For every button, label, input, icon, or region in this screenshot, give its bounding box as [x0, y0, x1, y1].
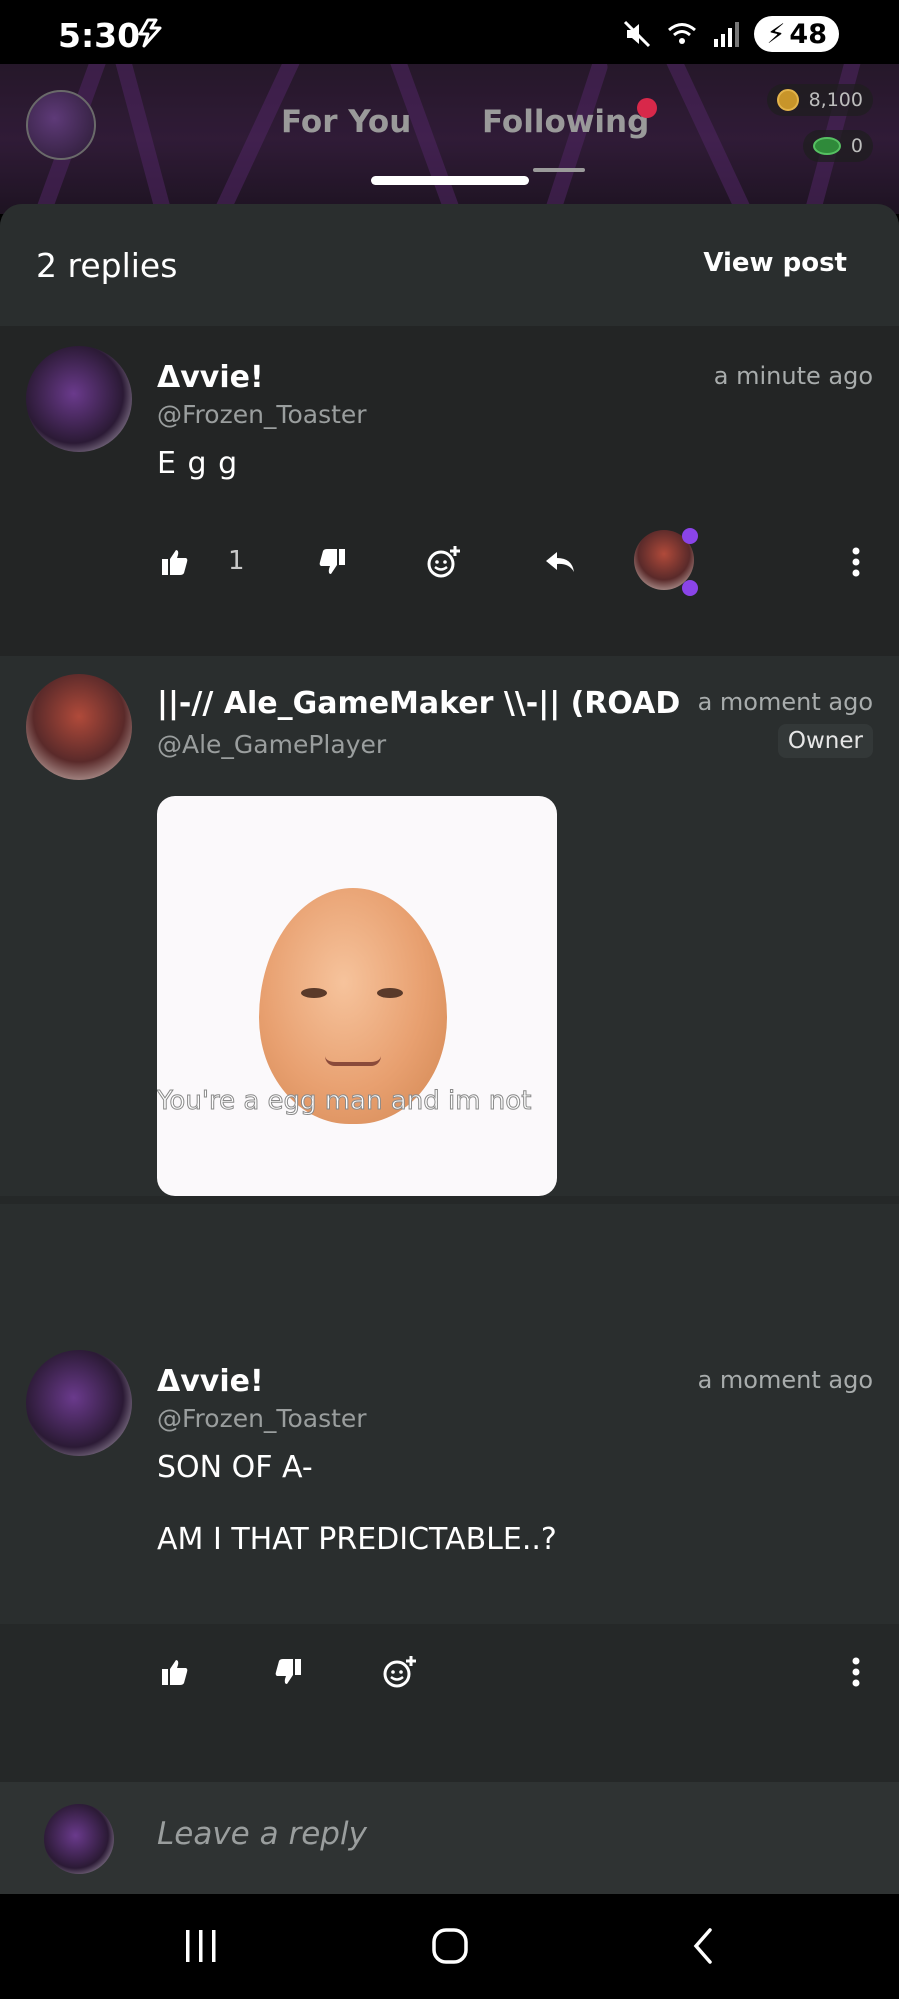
replies-count: 2 replies — [36, 246, 178, 285]
profile-avatar[interactable] — [26, 90, 96, 160]
comment-time: a minute ago — [713, 362, 873, 390]
avatar[interactable] — [26, 674, 132, 780]
lightning-icon — [138, 18, 162, 48]
status-icons: ⚡ 48 — [622, 16, 839, 52]
more-options-button[interactable] — [836, 1652, 876, 1692]
replies-sheet: 2 replies View post Δvvie! @Frozen_Toast… — [0, 204, 899, 1894]
reply-button[interactable] — [540, 542, 580, 582]
comment-item: Δvvie! @Frozen_Toaster a moment ago SON … — [0, 1204, 899, 1624]
add-emoji-icon — [427, 546, 460, 578]
comment-handle: @Ale_GamePlayer — [157, 730, 387, 759]
comment-gif[interactable]: You're a egg man and im not — [157, 796, 557, 1196]
gems-counter[interactable]: 0 — [802, 130, 873, 162]
comment-handle: @Frozen_Toaster — [157, 1404, 367, 1433]
gif-caption: You're a egg man and im not — [157, 1086, 532, 1117]
thumbs-up-icon — [162, 550, 188, 575]
my-avatar — [44, 1804, 114, 1874]
tab-following[interactable]: Following — [482, 104, 649, 140]
reply-bar: Leave a reply — [0, 1782, 899, 1894]
tab-for-you[interactable]: For You — [281, 104, 411, 140]
battery-level: 48 — [789, 18, 827, 50]
coin-icon — [776, 89, 799, 111]
coins-counter[interactable]: 8,100 — [766, 84, 873, 116]
coins-value: 8,100 — [808, 89, 863, 111]
owner-reacted-avatar — [634, 528, 698, 596]
comment-text-line: AM I THAT PREDICTABLE..? — [157, 1522, 557, 1557]
avatar[interactable] — [26, 346, 132, 452]
eye — [377, 988, 403, 998]
comment-text: E g g — [157, 446, 239, 481]
more-vertical-icon — [852, 547, 860, 577]
comment-time: a moment ago — [697, 1366, 873, 1394]
add-reaction-button[interactable] — [424, 542, 464, 582]
dislike-button[interactable] — [268, 1652, 308, 1692]
battery-icon: ⚡ 48 — [754, 16, 839, 52]
comment-username[interactable]: ||-// Ale_GameMaker \\-|| (ROAD — [157, 686, 680, 721]
comment-actions: 1 — [0, 528, 899, 596]
gem-icon — [812, 137, 841, 155]
add-reaction-button[interactable] — [380, 1652, 420, 1692]
reply-icon — [546, 552, 574, 572]
comment-handle: @Frozen_Toaster — [157, 400, 367, 429]
reaction-badge-icon — [682, 528, 698, 544]
comment-item: ||-// Ale_GameMaker \\-|| (ROAD @Ale_Gam… — [0, 656, 899, 1290]
thumbs-down-icon — [275, 1659, 301, 1684]
avatar[interactable] — [26, 1350, 132, 1456]
like-button[interactable] — [155, 542, 195, 582]
gems-value: 0 — [850, 135, 863, 157]
thumbs-down-icon — [319, 549, 345, 574]
navigation-bar — [0, 1894, 899, 1999]
back-icon[interactable] — [688, 1926, 718, 1966]
comment-text-line: SON OF A- — [157, 1450, 313, 1485]
tab-indicator — [533, 168, 585, 172]
comment-username[interactable]: Δvvie! — [157, 360, 264, 395]
owner-badge: Owner — [777, 724, 873, 758]
home-icon[interactable] — [430, 1926, 470, 1966]
wifi-icon — [668, 23, 697, 44]
comment-username[interactable]: Δvvie! — [157, 1364, 264, 1399]
dislike-button[interactable] — [312, 542, 352, 582]
mouth — [325, 1056, 381, 1066]
more-vertical-icon — [852, 1657, 860, 1687]
comment-item: Δvvie! @Frozen_Toaster a minute ago E g … — [0, 326, 899, 656]
eye — [301, 988, 327, 998]
like-button[interactable] — [155, 1652, 195, 1692]
more-options-button[interactable] — [836, 542, 876, 582]
reply-input[interactable]: Leave a reply — [157, 1816, 367, 1852]
thumbs-up-icon — [162, 1660, 188, 1685]
mute-icon — [624, 20, 651, 48]
heart-badge-icon — [682, 580, 698, 596]
sheet-header: 2 replies View post — [0, 204, 899, 326]
like-count: 1 — [228, 546, 245, 576]
comment-actions — [0, 1642, 899, 1702]
signal-icon — [714, 22, 740, 47]
status-time: 5:30 — [58, 16, 141, 55]
notification-dot — [637, 98, 657, 118]
status-bar: 5:30 ⚡ 48 — [0, 0, 899, 64]
add-emoji-icon — [383, 1656, 416, 1688]
sheet-drag-handle[interactable] — [371, 176, 529, 185]
charging-icon: ⚡ — [766, 18, 786, 50]
comment-time: a moment ago — [697, 688, 873, 716]
banner-shade — [0, 64, 899, 214]
view-post-button[interactable]: View post — [703, 248, 847, 278]
recent-apps-icon[interactable] — [182, 1926, 220, 1966]
header-banner: For You Following 8,100 0 — [0, 64, 899, 214]
